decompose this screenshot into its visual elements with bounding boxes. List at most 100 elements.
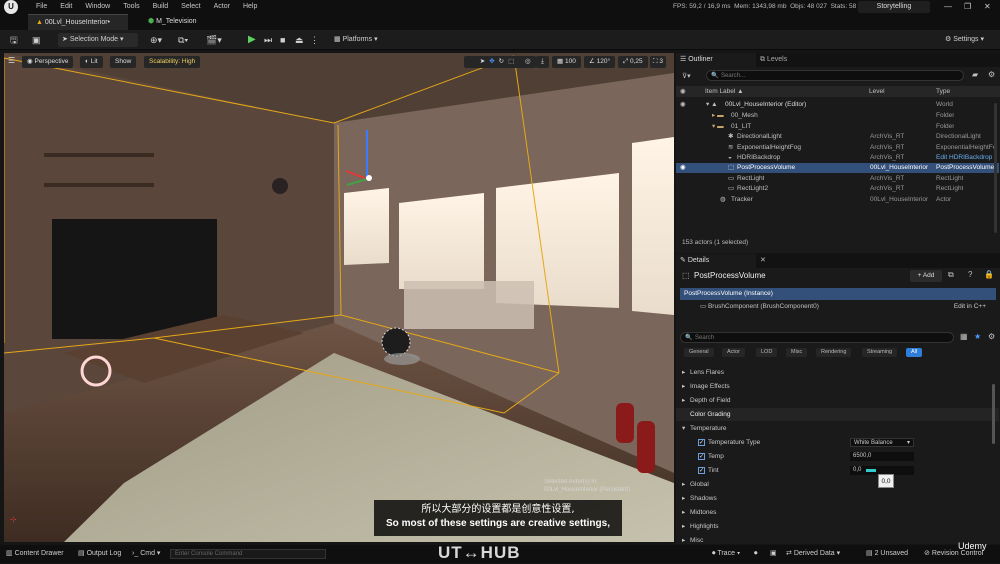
help-icon[interactable]: ?: [968, 270, 972, 279]
outliner-row-selected[interactable]: ◉ ⬚ PostProcessVolume 00Lvl_HouseInterio…: [676, 163, 999, 173]
favorite-star-icon[interactable]: ★: [974, 332, 981, 341]
menu-select[interactable]: Select: [181, 0, 200, 14]
tab-material[interactable]: ⬢ M_Television: [140, 14, 205, 30]
cmd-dropdown[interactable]: ›_ Cmd ▾: [132, 545, 160, 563]
details-settings-icon[interactable]: ⚙: [988, 332, 995, 341]
filter-all[interactable]: All: [906, 348, 923, 357]
add-actor-icon[interactable]: ⊕▾: [150, 33, 162, 47]
close-icon[interactable]: ✕: [984, 0, 991, 14]
menu-help[interactable]: Help: [243, 0, 257, 14]
snapshot-icon[interactable]: ▣: [770, 545, 777, 563]
more-play-options-icon[interactable]: ⋮: [310, 33, 319, 47]
section-lens-flares[interactable]: ▸ Lens Flares: [676, 366, 999, 379]
outliner-row-actor[interactable]: ▭ RectLight2 ArchVis_RT RectLight: [676, 184, 999, 194]
outliner-search-box[interactable]: 🔍 Search...: [706, 70, 964, 81]
filter-general[interactable]: General: [684, 348, 714, 357]
level-viewport[interactable]: ☰ ◉ Perspective ◐ Lit Show Scalability: …: [4, 53, 674, 542]
section-misc[interactable]: ▸ Misc: [676, 534, 999, 544]
outliner-scrollbar[interactable]: [994, 103, 997, 233]
play-button[interactable]: ▶: [248, 33, 256, 47]
folder-add-icon[interactable]: ▰: [972, 70, 978, 79]
selection-mode-dropdown[interactable]: ➤ Selection Mode ▾: [58, 33, 138, 47]
outliner-row-actor[interactable]: ≋ ExponentialHeightFog ArchVis_RT Expone…: [676, 143, 999, 153]
hamburger-icon[interactable]: ☰: [8, 56, 15, 65]
filter-streaming[interactable]: Streaming: [862, 348, 898, 357]
grid-snap-button[interactable]: ▦ 100: [552, 56, 581, 68]
table-view-icon[interactable]: ▦: [960, 332, 968, 341]
select-tool-icon[interactable]: ➤: [480, 58, 489, 65]
outliner-row-actor[interactable]: ◒ HDRIBackdrop ArchVis_RT Edit HDRIBackd…: [676, 153, 999, 163]
output-log-button[interactable]: ▤ Output Log: [78, 545, 121, 563]
camera-speed-button[interactable]: ⛶ 3: [650, 56, 666, 68]
derived-data-button[interactable]: ⇄ Derived Data ▾: [786, 545, 840, 563]
play-options-icon[interactable]: ⏭: [264, 33, 272, 47]
outliner-filter-icon[interactable]: ⊽▾: [682, 72, 691, 80]
section-temperature[interactable]: ▾ Temperature: [676, 422, 999, 435]
rotate-tool-icon[interactable]: ↻: [499, 58, 508, 65]
settings-button[interactable]: ⚙ Settings ▾: [945, 33, 984, 47]
unreal-logo-icon[interactable]: U: [4, 0, 18, 14]
tab-outliner[interactable]: ☰ Outliner: [676, 53, 756, 67]
brush-component-row[interactable]: ▭ BrushComponent (BrushComponent0) Edit …: [680, 301, 996, 312]
eject-button[interactable]: ⏏: [295, 33, 304, 47]
console-input[interactable]: Enter Console Command: [170, 549, 326, 559]
visibility-eye-icon[interactable]: ◉: [680, 100, 686, 110]
menu-actor[interactable]: Actor: [214, 0, 230, 14]
blueprint-icon[interactable]: ⧉▾: [178, 33, 188, 47]
column-type[interactable]: Type: [936, 86, 950, 97]
scene-render[interactable]: [4, 53, 674, 542]
scalability-button[interactable]: Scalability: High: [144, 56, 201, 68]
temperature-type-dropdown[interactable]: White Balance ▾: [850, 438, 914, 447]
visibility-eye-icon[interactable]: ◉: [680, 163, 686, 173]
tab-details[interactable]: ✎ Details: [676, 254, 756, 268]
lit-button[interactable]: ◐ Lit: [80, 56, 103, 68]
outliner-row-actor[interactable]: ◍ Tracker 00Lvl_HouseInterior Actor: [676, 195, 999, 205]
translate-tool-icon[interactable]: ✥: [489, 58, 498, 65]
section-highlights[interactable]: ▸ Highlights: [676, 520, 999, 533]
menu-tools[interactable]: Tools: [123, 0, 139, 14]
tab-level[interactable]: ▲ 00Lvl_HouseInterior•: [28, 14, 128, 30]
lock-icon[interactable]: 🔒: [984, 270, 994, 279]
browse-icon[interactable]: ▣: [32, 33, 41, 47]
section-midtones[interactable]: ▸ Midtones: [676, 506, 999, 519]
section-global[interactable]: ▸ Global: [676, 478, 999, 491]
section-image-effects[interactable]: ▸ Image Effects: [676, 380, 999, 393]
tab-levels[interactable]: ⧉ Levels: [760, 53, 787, 67]
stop-button[interactable]: ■: [280, 33, 285, 47]
tint-slider-handle[interactable]: [866, 469, 876, 472]
filter-rendering[interactable]: Rendering: [816, 348, 852, 357]
edit-in-cpp-link[interactable]: Edit in C++: [954, 301, 986, 312]
save-icon[interactable]: 🖫: [10, 33, 18, 47]
content-drawer-button[interactable]: ▥ Content Drawer: [6, 545, 64, 563]
show-button[interactable]: Show: [110, 56, 137, 68]
menu-window[interactable]: Window: [85, 0, 110, 14]
trace-dropdown[interactable]: ⏺ Trace ▾: [712, 545, 740, 563]
details-actor-name[interactable]: PostProcessVolume: [694, 271, 766, 280]
section-depth-of-field[interactable]: ▸ Depth of Field: [676, 394, 999, 407]
menu-file[interactable]: File: [36, 0, 47, 14]
rotation-snap-button[interactable]: ∠ 120°: [584, 56, 616, 68]
outliner-row-world[interactable]: ◉ ▾ ▲ 00Lvl_HouseInterior (Editor) World: [676, 100, 999, 110]
outliner-row-folder[interactable]: ▾ ▬ 01_LIT Folder: [676, 122, 999, 132]
temp-value-field[interactable]: 6500,0: [850, 452, 914, 461]
filter-misc[interactable]: Misc: [786, 348, 808, 357]
column-level[interactable]: Level: [869, 86, 885, 97]
minimize-icon[interactable]: —: [944, 0, 952, 14]
details-close-icon[interactable]: ✕: [760, 254, 766, 268]
maximize-icon[interactable]: ❐: [964, 0, 971, 14]
section-color-grading[interactable]: Color Grading: [676, 408, 999, 421]
details-scrollbar[interactable]: [992, 384, 995, 444]
filter-lod[interactable]: LOD: [756, 348, 778, 357]
outliner-row-actor[interactable]: ▭ RectLight ArchVis_RT RectLight: [676, 174, 999, 184]
outliner-row-actor[interactable]: ✱ DirectionalLight ArchVis_RT Directiona…: [676, 132, 999, 142]
platforms-menu[interactable]: ▦ Platforms ▾: [334, 33, 378, 47]
filter-actor[interactable]: Actor: [722, 348, 745, 357]
details-search-box[interactable]: 🔍 Search: [680, 332, 954, 343]
column-item-label[interactable]: Item Label ▲: [705, 86, 744, 97]
section-shadows[interactable]: ▸ Shadows: [676, 492, 999, 505]
scale-snap-button[interactable]: ⤢ 0,25: [618, 56, 648, 68]
edit-hdri-link[interactable]: Edit HDRIBackdrop: [936, 153, 992, 163]
perspective-button[interactable]: ◉ Perspective: [22, 56, 74, 68]
menu-build[interactable]: Build: [153, 0, 169, 14]
menu-edit[interactable]: Edit: [60, 0, 72, 14]
